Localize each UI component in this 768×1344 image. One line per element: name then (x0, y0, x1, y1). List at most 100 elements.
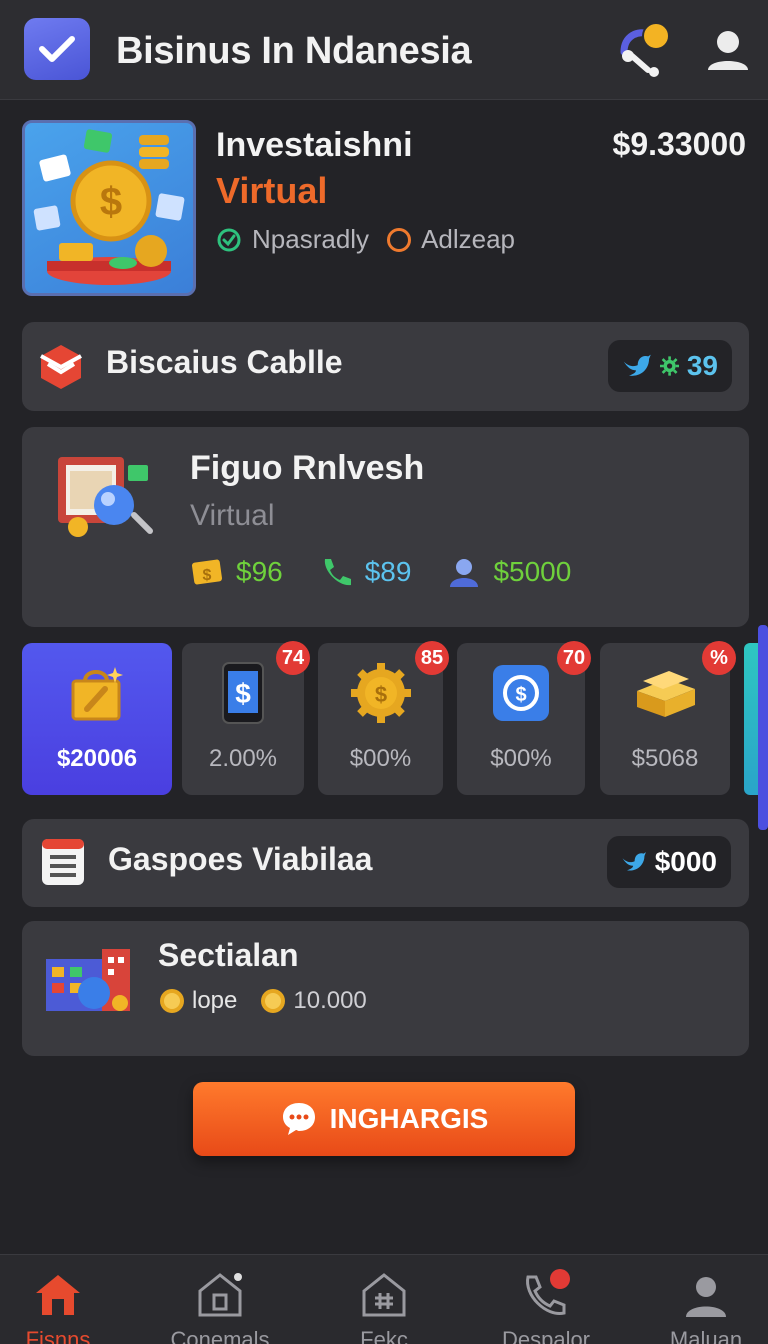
tile-badge: 85 (415, 641, 449, 675)
tile-value: 2.00% (208, 745, 278, 772)
bird-icon (622, 852, 646, 871)
svg-text:$: $ (374, 682, 386, 707)
svg-text:$: $ (100, 180, 122, 224)
value-pill[interactable]: $000 (607, 836, 731, 888)
tag-npasradly[interactable]: Npasradly (216, 224, 369, 255)
person-icon (450, 559, 479, 587)
stat-value: $5000 (493, 556, 572, 587)
house-hash-icon (362, 1273, 406, 1317)
tile-gift[interactable]: $20006 (22, 643, 172, 795)
chat-icon (282, 1103, 315, 1135)
cta-label: INGHARGIS (329, 1103, 489, 1134)
offer-tiles: $20006 $ 74 2.00% $ 85 $00% $ 70 $00% % … (22, 641, 768, 795)
score-pill[interactable]: 39 (608, 340, 732, 392)
section-items: lope 10.000 (158, 987, 367, 1015)
stat-money: $ $96 (190, 555, 283, 589)
svg-text:$: $ (203, 567, 212, 584)
coin-icon (160, 989, 184, 1013)
section-title: Gaspoes Viabilaa (108, 841, 373, 877)
nav-item-fisnns[interactable]: Fisnns (0, 1255, 128, 1344)
money-icon: $ (191, 559, 223, 585)
stat-person: $5000 (447, 555, 571, 589)
bottom-navigation: Fisnns Conemals Fekc Despalor Maluan (0, 1254, 768, 1344)
tile-phone-dollar[interactable]: $ 74 2.00% (182, 641, 310, 795)
nav-label: Conemals (170, 1327, 270, 1344)
coin-investment-illustration: $ (33, 129, 185, 285)
phone-icon (324, 559, 351, 586)
check-circle-icon (217, 228, 241, 251)
tile-value: $5068 (631, 745, 699, 772)
stat-value: $89 (364, 556, 412, 587)
nav-label: Maluan (669, 1327, 743, 1344)
tag-label: Npasradly (252, 224, 370, 254)
hero-subtitle: Virtual (216, 170, 328, 211)
feature-card[interactable]: Figuo Rnlvesh Virtual $ $96 $89 $5000 (22, 427, 749, 627)
nav-item-maluan[interactable]: Maluan (636, 1255, 768, 1344)
gear-icon (659, 356, 679, 376)
coin-item: lope (158, 987, 237, 1015)
nav-item-conemals[interactable]: Conemals (150, 1255, 290, 1344)
document-icon (42, 839, 84, 885)
section-gaspoes-viabilaa[interactable]: Gaspoes Viabilaa $000 (22, 819, 749, 907)
stat-value: $96 (236, 556, 283, 587)
stat-phone: $89 (319, 555, 412, 589)
primary-action-button[interactable]: INGHARGIS (193, 1082, 575, 1156)
nav-item-despalor[interactable]: Despalor (476, 1255, 616, 1344)
section-biscaius-cablle[interactable]: Biscaius Cablle 39 (22, 322, 749, 411)
feature-subtitle: Virtual (190, 499, 275, 532)
item-value: 10.000 (293, 987, 367, 1014)
phone-dollar-icon: $ (222, 662, 264, 724)
shop-window-illustration (58, 457, 153, 537)
tile-coin-app[interactable]: $ 70 $00% (457, 641, 591, 795)
hero-tags: Npasradly Adlzeap (216, 224, 515, 255)
section-title: Sectialan (158, 937, 299, 973)
tile-badge: 70 (557, 641, 591, 675)
gift-bag-icon (71, 667, 123, 721)
tag-label: Adlzeap (421, 224, 516, 254)
app-logo[interactable] (24, 18, 90, 80)
pill-value: 39 (686, 350, 718, 381)
tag-adlzeap[interactable]: Adlzeap (387, 224, 515, 255)
nav-item-fekc[interactable]: Fekc (314, 1255, 454, 1344)
tile-overflow-edge[interactable] (744, 643, 758, 795)
gold-bars-icon (637, 671, 695, 717)
nav-label: Despalor (501, 1327, 591, 1344)
feature-title: Figuo Rnlvesh (190, 449, 425, 487)
city-illustration (46, 949, 130, 1011)
feature-stats: $ $96 $89 $5000 (190, 555, 571, 589)
top-app-bar: Bisinus In Ndanesia (0, 0, 768, 100)
section-title: Biscaius Cablle (106, 344, 343, 380)
tile-value: $00% (349, 745, 412, 772)
coin-icon (261, 989, 286, 1013)
tile-value: $00% (490, 745, 552, 772)
gear-coin-icon: $ (350, 663, 411, 723)
app-title: Bisinus In Ndanesia (116, 30, 472, 72)
tile-value: $20006 (56, 745, 138, 772)
check-icon (39, 36, 75, 62)
pill-value: $000 (654, 846, 717, 877)
tile-badge: 74 (276, 641, 310, 675)
coin-app-icon: $ (493, 665, 549, 721)
coin-item: 10.000 (259, 987, 367, 1015)
home-icon (36, 1275, 80, 1315)
ring-icon (387, 227, 412, 252)
svg-text:$: $ (515, 684, 526, 706)
item-value: lope (192, 987, 238, 1014)
notification-badge (642, 22, 670, 50)
hero-title: Investaishni (216, 126, 413, 164)
house-doc-icon (198, 1273, 242, 1317)
tile-gear-coin[interactable]: $ 85 $00% (318, 641, 449, 795)
nav-label: Fekc (360, 1327, 408, 1344)
svg-text:$: $ (235, 678, 251, 709)
hero-price: $9.33000 (612, 126, 746, 162)
bird-icon (623, 354, 651, 376)
user-icon (686, 1277, 726, 1317)
phone-icon (526, 1269, 570, 1315)
hero-thumbnail[interactable]: $ (22, 120, 196, 296)
user-icon[interactable] (700, 22, 756, 78)
tile-gold-bars[interactable]: % $5068 (600, 641, 736, 795)
tile-badge: % (702, 641, 736, 675)
cube-icon (40, 345, 82, 389)
section-sectialan[interactable]: Sectialan lope 10.000 (22, 921, 749, 1056)
nav-label: Fisnns (25, 1327, 91, 1344)
